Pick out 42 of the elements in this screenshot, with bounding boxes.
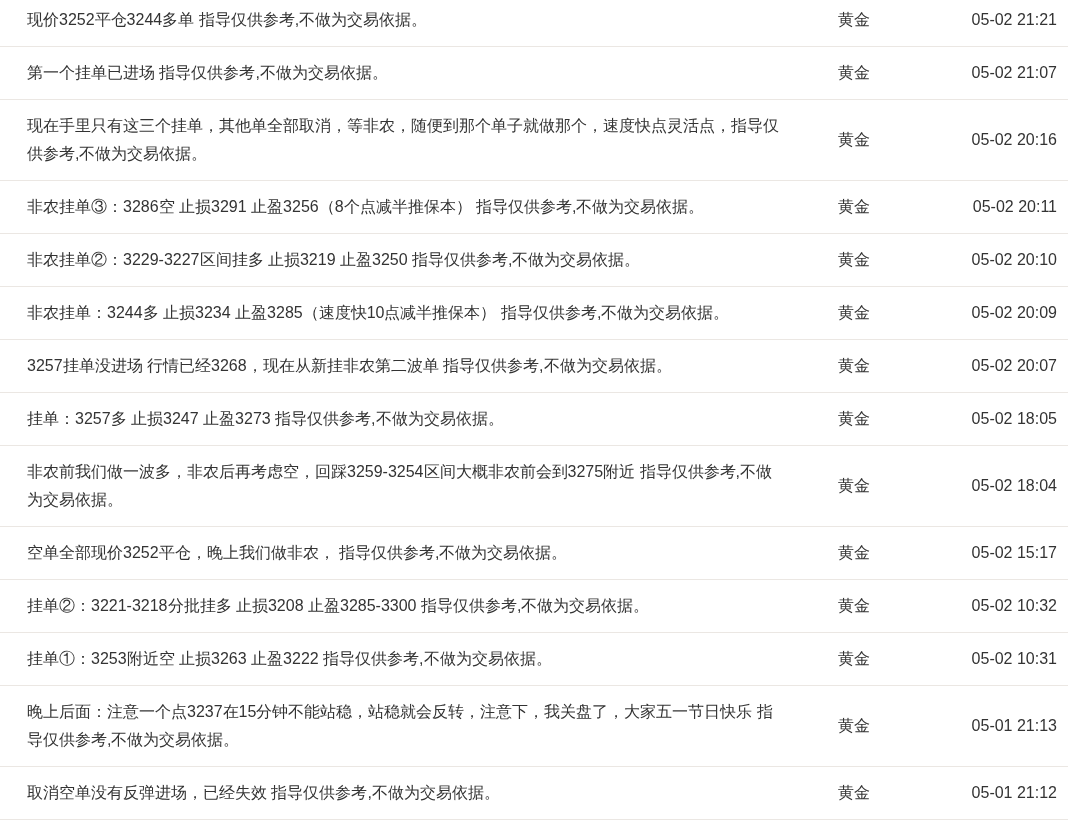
- time-text: 05-02 20:10: [971, 250, 1057, 270]
- category-text: 黄金: [838, 131, 870, 148]
- time-text: 05-02 20:11: [972, 197, 1057, 217]
- time-text: 05-02 18:04: [971, 476, 1057, 496]
- category-text: 黄金: [838, 477, 870, 494]
- message-text: 现在手里只有这三个挂单，其他单全部取消，等非农，随便到那个单子就做那个，速度快点灵活点，指导仅供参考,不做为交易依据。: [27, 117, 779, 162]
- category-text: 黄金: [838, 784, 870, 801]
- message-text: 空单全部现价3252平仓，晚上我们做非农， 指导仅供参考,不做为交易依据。: [27, 544, 568, 561]
- message-text: 挂单①：3253附近空 止损3263 止盈3222 指导仅供参考,不做为交易依据。: [27, 650, 552, 667]
- message-text: 非农挂单②：3229-3227区间挂多 止损3219 止盈3250 指导仅供参考,不做为交易依据。: [27, 251, 641, 268]
- time-text: 05-01 21:12: [971, 783, 1057, 803]
- category-text: 黄金: [838, 650, 870, 667]
- message-text: 取消空单没有反弹进场，已经失效 指导仅供参考,不做为交易依据。: [27, 784, 500, 801]
- time-text: 05-02 18:05: [971, 409, 1057, 429]
- message-text: 晚上后面：注意一个点3237在15分钟不能站稳，站稳就会反转，注意下，我关盘了，大家五一节日快乐 指导仅供参考,不做为交易依据。: [27, 703, 773, 748]
- category-text: 黄金: [838, 597, 870, 614]
- category-text: 黄金: [838, 198, 870, 215]
- category-text: 黄金: [838, 357, 870, 374]
- time-text: 05-02 20:07: [971, 356, 1057, 376]
- message-text: 3257挂单没进场 行情已经3268，现在从新挂非农第二波单 指导仅供参考,不做为交易依据。: [27, 357, 672, 374]
- message-text: 非农挂单：3244多 止损3234 止盈3285（速度快10点减半推保本） 指导仅供参考,不做为交易依据。: [27, 304, 730, 321]
- time-text: 05-02 20:16: [971, 130, 1057, 150]
- time-text: 05-02 10:32: [971, 596, 1057, 616]
- message-text: 现价3252平仓3244多单 指导仅供参考,不做为交易依据。: [27, 11, 428, 28]
- message-text: 非农前我们做一波多，非农后再考虑空，回踩3259-3254区间大概非农前会到3275附近 指导仅供参考,不做为交易依据。: [27, 463, 772, 508]
- time-text: 05-02 21:07: [971, 63, 1057, 83]
- message-text: 挂单②：3221-3218分批挂多 止损3208 止盈3285-3300 指导仅供参考,不做为交易依据。: [27, 597, 650, 614]
- category-text: 黄金: [838, 11, 870, 28]
- message-text: 非农挂单③：3286空 止损3291 止盈3256（8个点减半推保本） 指导仅供参考,不做为交易依据。: [27, 198, 705, 215]
- message-text: 第一个挂单已进场 指导仅供参考,不做为交易依据。: [27, 64, 388, 81]
- category-text: 黄金: [838, 717, 870, 734]
- message-text: 挂单：3257多 止损3247 止盈3273 指导仅供参考,不做为交易依据。: [27, 410, 504, 427]
- category-text: 黄金: [838, 64, 870, 81]
- category-text: 黄金: [838, 410, 870, 427]
- time-text: 05-02 21:21: [971, 10, 1057, 30]
- time-text: 05-02 20:09: [971, 303, 1057, 323]
- category-text: 黄金: [838, 251, 870, 268]
- category-text: 黄金: [838, 544, 870, 561]
- time-text: 05-02 10:31: [971, 649, 1057, 669]
- category-text: 黄金: [838, 304, 870, 321]
- time-text: 05-02 15:17: [971, 543, 1057, 563]
- time-text: 05-01 21:13: [971, 716, 1057, 736]
